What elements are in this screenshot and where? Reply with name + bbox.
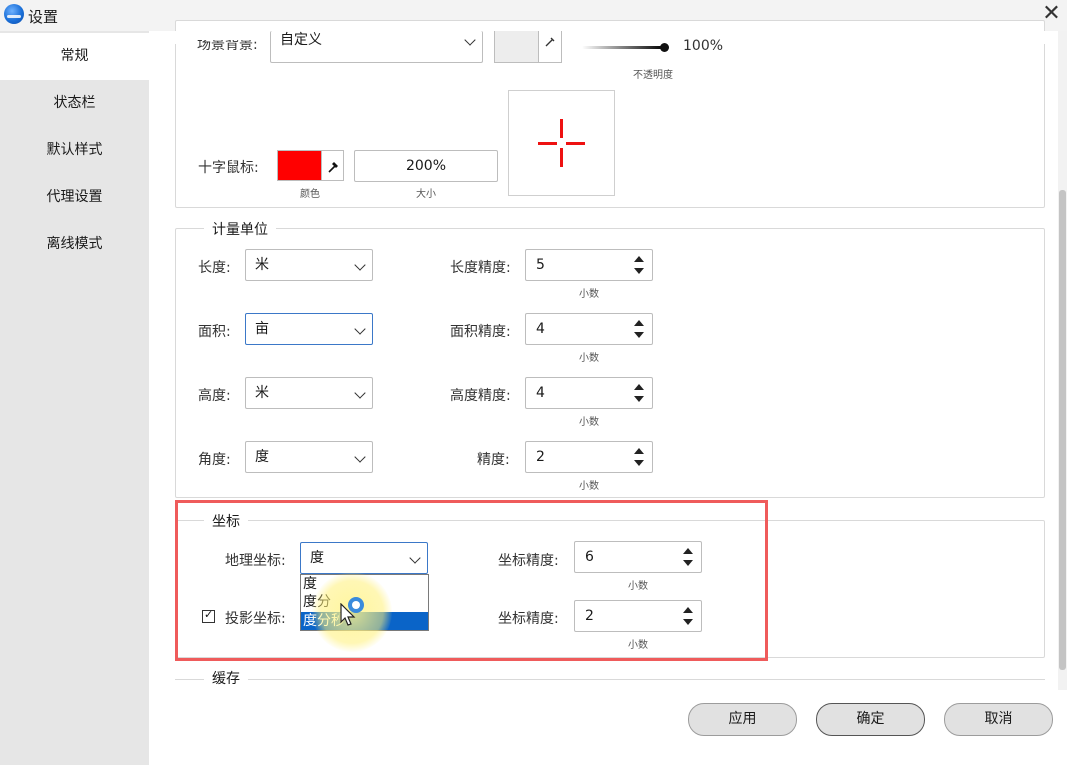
chevron-down-icon — [354, 259, 366, 271]
area-precision-value: 4 — [536, 321, 545, 337]
area-unit-value: 亩 — [255, 321, 269, 337]
scene-background-value: 自定义 — [280, 32, 322, 48]
length-unit-select[interactable]: 米 — [245, 249, 373, 281]
spin-arrows-icon[interactable] — [683, 607, 693, 625]
height-unit-value: 米 — [255, 385, 269, 401]
opacity-slider-handle[interactable] — [660, 43, 669, 52]
chevron-down-icon — [354, 323, 366, 335]
spin-arrows-icon[interactable] — [683, 548, 693, 566]
geo-precision-caption: 小数 — [628, 581, 648, 592]
coords-legend: 坐标 — [204, 511, 248, 531]
area-precision-spinbox[interactable]: 4 — [525, 313, 653, 345]
chevron-down-icon — [409, 552, 421, 564]
ok-button[interactable]: 确定 — [816, 703, 925, 736]
height-precision-value: 4 — [536, 385, 545, 401]
angle-precision-label: 精度: — [477, 452, 510, 468]
angle-label: 角度: — [198, 452, 231, 468]
app-logo-icon — [4, 4, 24, 24]
sidebar: 常规 状态栏 默认样式 代理设置 离线模式 — [0, 31, 149, 765]
height-precision-label: 高度精度: — [450, 388, 511, 404]
geo-coord-label: 地理坐标: — [225, 553, 286, 569]
eyedropper-icon — [545, 37, 555, 46]
scrollbar-thumb[interactable] — [1059, 190, 1066, 670]
length-label: 长度: — [198, 260, 231, 276]
cache-legend: 缓存 — [204, 670, 248, 685]
chevron-down-icon — [464, 34, 476, 46]
spin-arrows-icon[interactable] — [634, 320, 644, 338]
angle-precision-spinbox[interactable]: 2 — [525, 441, 653, 473]
proj-coord-checkbox[interactable]: ✓ — [202, 608, 215, 623]
sidebar-item-offline[interactable]: 离线模式 — [0, 221, 149, 268]
dropdown-option-du[interactable]: 度 — [301, 575, 428, 593]
spin-arrows-icon[interactable] — [634, 256, 644, 274]
opacity-caption: 不透明度 — [633, 70, 673, 81]
crosshair-size-input[interactable]: 200% — [354, 150, 498, 182]
chevron-down-icon — [354, 451, 366, 463]
length-precision-spinbox[interactable]: 5 — [525, 249, 653, 281]
crosshair-color-caption: 颜色 — [300, 189, 320, 200]
proj-precision-value: 2 — [585, 608, 594, 624]
sidebar-item-statusbar[interactable]: 状态栏 — [0, 80, 149, 127]
area-unit-select[interactable]: 亩 — [245, 313, 373, 345]
scene-background-select[interactable]: 自定义 — [270, 31, 483, 63]
opacity-value: 100% — [683, 39, 724, 54]
scene-eyedropper-button[interactable] — [538, 31, 562, 63]
dropdown-option-dufen[interactable]: 度分 — [301, 593, 428, 611]
length-precision-caption: 小数 — [579, 289, 599, 300]
area-label: 面积: — [198, 324, 231, 340]
crosshair-label: 十字鼠标: — [198, 160, 259, 176]
crosshair-preview — [508, 90, 615, 196]
scene-background-label: 场景背景: — [197, 40, 258, 53]
area-precision-label: 面积精度: — [450, 324, 511, 340]
length-precision-value: 5 — [536, 257, 545, 273]
window-title: 设置 — [28, 8, 59, 26]
checkmark-icon: ✓ — [204, 608, 214, 621]
angle-precision-value: 2 — [536, 449, 545, 465]
proj-coord-label: 投影坐标: — [225, 611, 286, 627]
height-precision-spinbox[interactable]: 4 — [525, 377, 653, 409]
spin-arrows-icon[interactable] — [634, 384, 644, 402]
scene-bg-color-swatch[interactable] — [494, 31, 539, 63]
proj-precision-label: 坐标精度: — [498, 611, 559, 627]
proj-precision-spinbox[interactable]: 2 — [574, 600, 702, 632]
sidebar-item-default-style[interactable]: 默认样式 — [0, 127, 149, 174]
crosshair-color-swatch[interactable] — [277, 150, 322, 181]
crosshair-size-caption: 大小 — [416, 189, 436, 200]
opacity-slider-track[interactable] — [582, 46, 664, 49]
apply-button[interactable]: 应用 — [688, 703, 797, 736]
height-unit-select[interactable]: 米 — [245, 377, 373, 409]
area-precision-caption: 小数 — [579, 353, 599, 364]
crosshair-eyedropper-button[interactable] — [321, 150, 344, 181]
length-unit-value: 米 — [255, 257, 269, 273]
dropdown-option-dufenmiao[interactable]: 度分秒 — [301, 612, 428, 630]
sidebar-item-proxy[interactable]: 代理设置 — [0, 174, 149, 221]
proj-precision-caption: 小数 — [628, 640, 648, 651]
angle-unit-select[interactable]: 度 — [245, 441, 373, 473]
geo-precision-spinbox[interactable]: 6 — [574, 541, 702, 573]
geo-coord-dropdown: 度 度分 度分秒 — [300, 574, 429, 631]
crosshair-icon — [538, 119, 585, 167]
height-precision-caption: 小数 — [579, 417, 599, 428]
geo-coord-select[interactable]: 度 — [300, 542, 428, 574]
angle-precision-caption: 小数 — [579, 481, 599, 492]
eyedropper-icon — [327, 161, 338, 173]
angle-unit-value: 度 — [255, 449, 269, 465]
geo-precision-label: 坐标精度: — [498, 553, 559, 569]
cancel-button[interactable]: 取消 — [944, 703, 1053, 736]
sidebar-item-general[interactable]: 常规 — [0, 33, 149, 80]
geo-coord-value: 度 — [310, 550, 324, 566]
spin-arrows-icon[interactable] — [634, 448, 644, 466]
units-legend: 计量单位 — [204, 219, 276, 239]
length-precision-label: 长度精度: — [450, 260, 511, 276]
geo-precision-value: 6 — [585, 549, 594, 565]
height-label: 高度: — [198, 388, 231, 404]
chevron-down-icon — [354, 387, 366, 399]
